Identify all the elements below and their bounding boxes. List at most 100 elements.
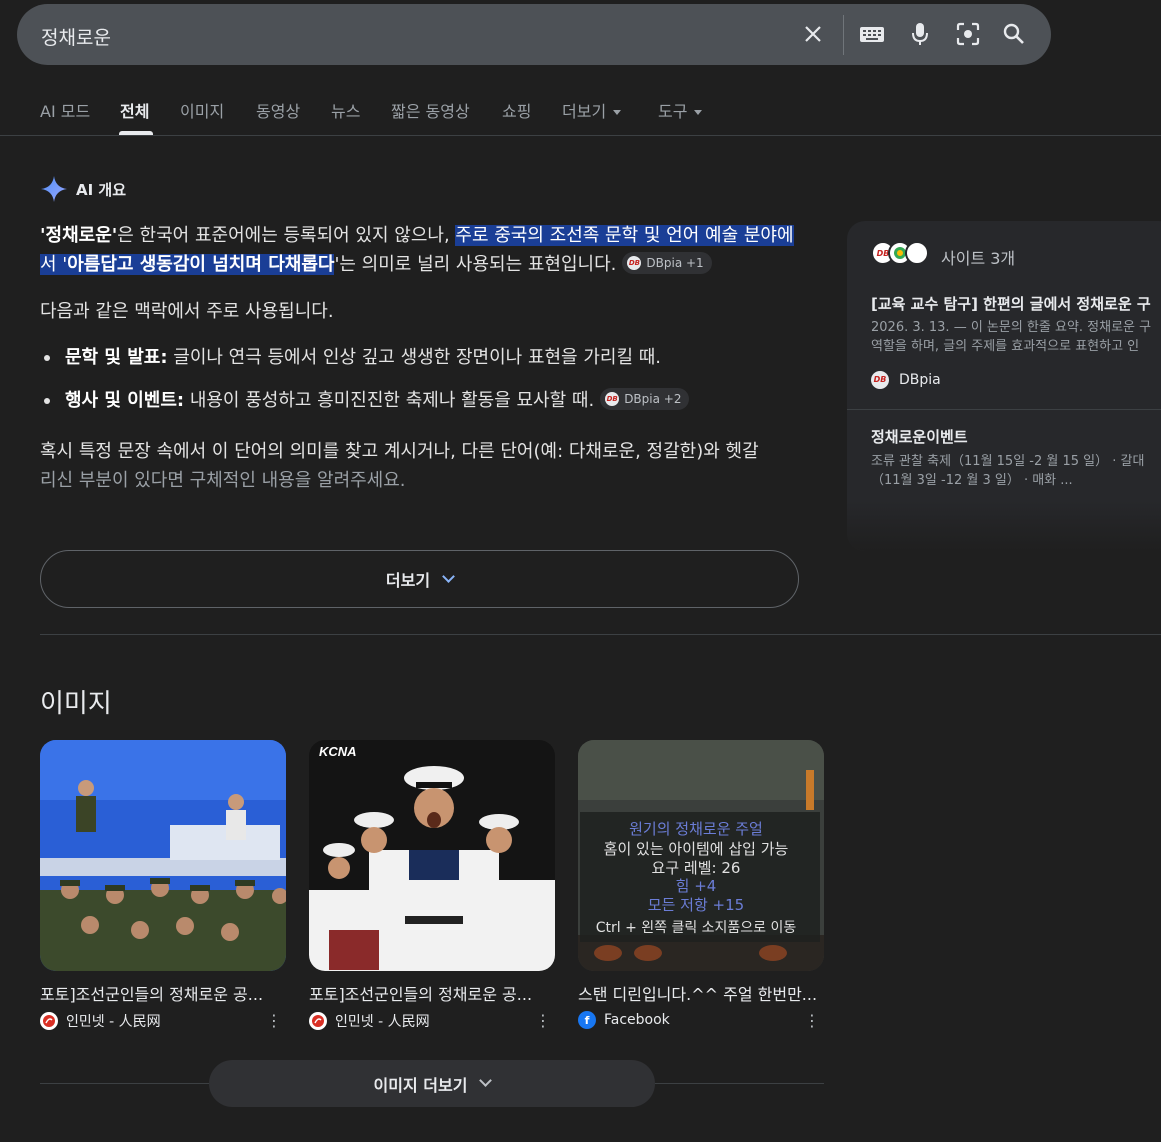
close-icon[interactable] [799,20,827,48]
image-caption[interactable]: 포토]조선군인들의 정채로운 공... [40,981,286,1005]
kcna-watermark: KCNA [319,744,357,759]
search-divider [843,15,844,55]
image-result-card[interactable]: 포토]조선군인들의 정채로운 공... 인민넷 - 人民网 ⋮ [40,740,286,1031]
image-source-name: 인민넷 - 人民网 [66,1014,161,1030]
facebook-logo-icon: f [578,1011,596,1029]
source-title-link[interactable]: [교육 교수 탐구] 한편의 글에서 정채로운 구 [871,293,1151,314]
section-divider [40,634,1161,635]
more-options-icon[interactable]: ⋮ [535,1011,551,1030]
source-title-link[interactable]: 정채로운이벤트 [871,426,968,447]
game-item-line: 힘 +4 [676,877,717,895]
mic-icon[interactable] [906,20,934,48]
tab-tools-label: 도구 [658,102,688,121]
more-options-icon[interactable]: ⋮ [266,1011,282,1030]
search-tabs: AI 모드 전체 이미지 동영상 뉴스 짧은 동영상 쇼핑 더보기 도구 [0,90,1161,136]
bullet-text: 글이나 연극 등에서 인상 깊고 생생한 장면이나 표현을 가리킬 때. [167,347,662,368]
tab-news[interactable]: 뉴스 [331,98,360,122]
image-thumbnail[interactable] [40,740,286,971]
chevron-down-icon [613,110,622,115]
tab-images[interactable]: 이미지 [180,98,224,122]
citation-chip-label: DBpia +2 [624,391,682,406]
highlighted-bold-text: 아름답고 생동감이 넘치며 다채롭다 [67,254,335,275]
more-images-label: 이미지 더보기 [373,1075,468,1095]
bullet-dot [44,355,50,361]
people-daily-logo-icon [40,1012,58,1030]
citation-chip[interactable]: DB DBpia +2 [600,388,690,410]
image-source-name: Facebook [604,1012,670,1028]
tab-ai-mode[interactable]: AI 모드 [40,98,90,122]
ai-overview-paragraph-2: 다음과 같은 맥락에서 주로 사용됩니다. [40,301,334,322]
dbpia-logo-icon: DB [627,256,642,270]
people-daily-logo-icon [309,1012,327,1030]
image-source[interactable]: 인민넷 - 人民网 ⋮ [40,1011,286,1031]
more-images-button[interactable]: 이미지 더보기 [209,1060,655,1107]
chevron-down-icon [694,110,703,115]
keyboard-icon[interactable] [858,20,886,48]
source-snippet: 2026. 3. 13. — 이 논문의 한줄 요약. 정채로운 구 [871,320,1152,335]
bullet-term: 문학 및 발표: [65,347,168,368]
tab-more-label: 더보기 [562,102,607,121]
game-item-line: Ctrl + 왼쪽 클릭 소지품으로 이동 [596,920,797,936]
image-caption[interactable]: 스탠 디린입니다.^^ 주얼 한번만... [578,981,824,1005]
ai-overview-paragraph-1: '정채로운'은 한국어 표준어에는 등록되어 있지 않으나, 주로 중국의 조선… [40,221,810,279]
source-count: 사이트 3개 [941,249,1016,268]
citation-chip[interactable]: DB DBpia +1 [622,252,712,274]
images-section-heading: 이미지 [40,689,112,719]
source-snippet: 역할을 하며, 글의 주제를 효과적으로 표현하고 인 [871,339,1140,354]
source-site[interactable]: DB DBpia [871,371,941,389]
show-more-button[interactable]: 더보기 [40,550,799,608]
source-site-name: DBpia [899,372,941,388]
source-logos: DB [871,241,929,265]
tab-videos[interactable]: 동영상 [256,98,300,122]
image-caption[interactable]: 포토]조선군인들의 정채로운 공... [309,981,555,1005]
text-line: 혹시 특정 문장 속에서 이 단어의 의미를 찾고 계시거나, 다른 단어(예:… [40,441,759,462]
tab-tools[interactable]: 도구 [658,98,703,122]
search-input[interactable]: 정채로운 [41,23,111,50]
chevron-down-icon [442,569,455,583]
bullet-dot [44,398,50,404]
show-more-label: 더보기 [385,571,431,590]
dbpia-logo-icon: DB [871,371,889,389]
chevron-down-icon [479,1074,493,1087]
citation-chip-label: DBpia +1 [646,255,704,270]
game-item-name: 원기의 정채로운 주얼 [629,820,763,838]
source-snippet: （11월 3일 -12 월 3 일） · 매화 ... [871,473,1073,488]
ai-overview-title: AI 개요 [76,180,127,199]
ai-overview-header: AI 개요 [40,175,126,203]
tab-short-videos[interactable]: 짧은 동영상 [391,98,470,122]
source-snippet: 조류 관찰 축제（11월 15일 -2 월 15 일） · 갈대 [871,454,1145,469]
list-item: 문학 및 발표: 글이나 연극 등에서 인상 깊고 생생한 장면이나 표현을 가… [40,343,810,372]
game-item-line: 홈이 있는 아이템에 삽입 가능 [604,840,789,858]
text-segment: 은 한국어 표준어에는 등록되어 있지 않으나, [117,225,456,246]
game-item-line: 요구 레벨: 26 [652,859,741,877]
lens-icon[interactable] [954,20,982,48]
ai-overview-bullets: 문학 및 발표: 글이나 연극 등에서 인상 깊고 생생한 장면이나 표현을 가… [40,343,810,429]
fade-overlay [847,501,1161,551]
image-source[interactable]: f Facebook ⋮ [578,1011,824,1030]
defined-term: '정채로운' [40,225,118,246]
image-result-card[interactable]: KCNA 포토]조선군인들의 정채로운 공... 인민넷 - 人民网 ⋮ [309,740,555,1031]
image-thumbnail[interactable]: 원기의 정채로운 주얼 홈이 있는 아이템에 삽입 가능 요구 레벨: 26 힘… [578,740,824,971]
bullet-text: 내용이 풍성하고 흥미진진한 축제나 활동을 묘사할 때. [184,390,595,411]
more-options-icon[interactable]: ⋮ [804,1011,820,1030]
image-source[interactable]: 인민넷 - 人民网 ⋮ [309,1011,555,1031]
search-bar[interactable]: 정채로운 [17,4,1051,65]
search-icon[interactable] [1000,20,1028,48]
text-segment: '는 의미로 널리 사용되는 표현입니다. [334,254,617,275]
image-thumbnail[interactable]: KCNA [309,740,555,971]
tab-all[interactable]: 전체 [120,98,149,122]
tab-shopping[interactable]: 쇼핑 [502,98,531,122]
game-item-line: 모든 저항 +15 [648,896,744,914]
bullet-term: 행사 및 이벤트: [65,390,185,411]
divider [847,409,1161,410]
sources-panel[interactable]: DB 사이트 3개 [교육 교수 탐구] 한편의 글에서 정채로운 구 2026… [847,221,1161,551]
gemini-sparkle-icon [41,176,67,202]
ai-overview-paragraph-3: 혹시 특정 문장 속에서 이 단어의 의미를 찾고 계시거나, 다른 단어(예:… [40,437,810,495]
tab-more[interactable]: 더보기 [562,98,622,122]
site-logo-icon [905,241,929,265]
image-result-card[interactable]: 원기의 정채로운 주얼 홈이 있는 아이템에 삽입 가능 요구 레벨: 26 힘… [578,740,824,1030]
dbpia-logo-icon: DB [605,392,620,406]
image-source-name: 인민넷 - 人民网 [335,1014,430,1030]
list-item: 행사 및 이벤트: 내용이 풍성하고 흥미진진한 축제나 활동을 묘사할 때. D… [40,386,810,415]
faded-text-line: 리신 부분이 있다면 구체적인 내용을 알려주세요. [40,470,406,491]
